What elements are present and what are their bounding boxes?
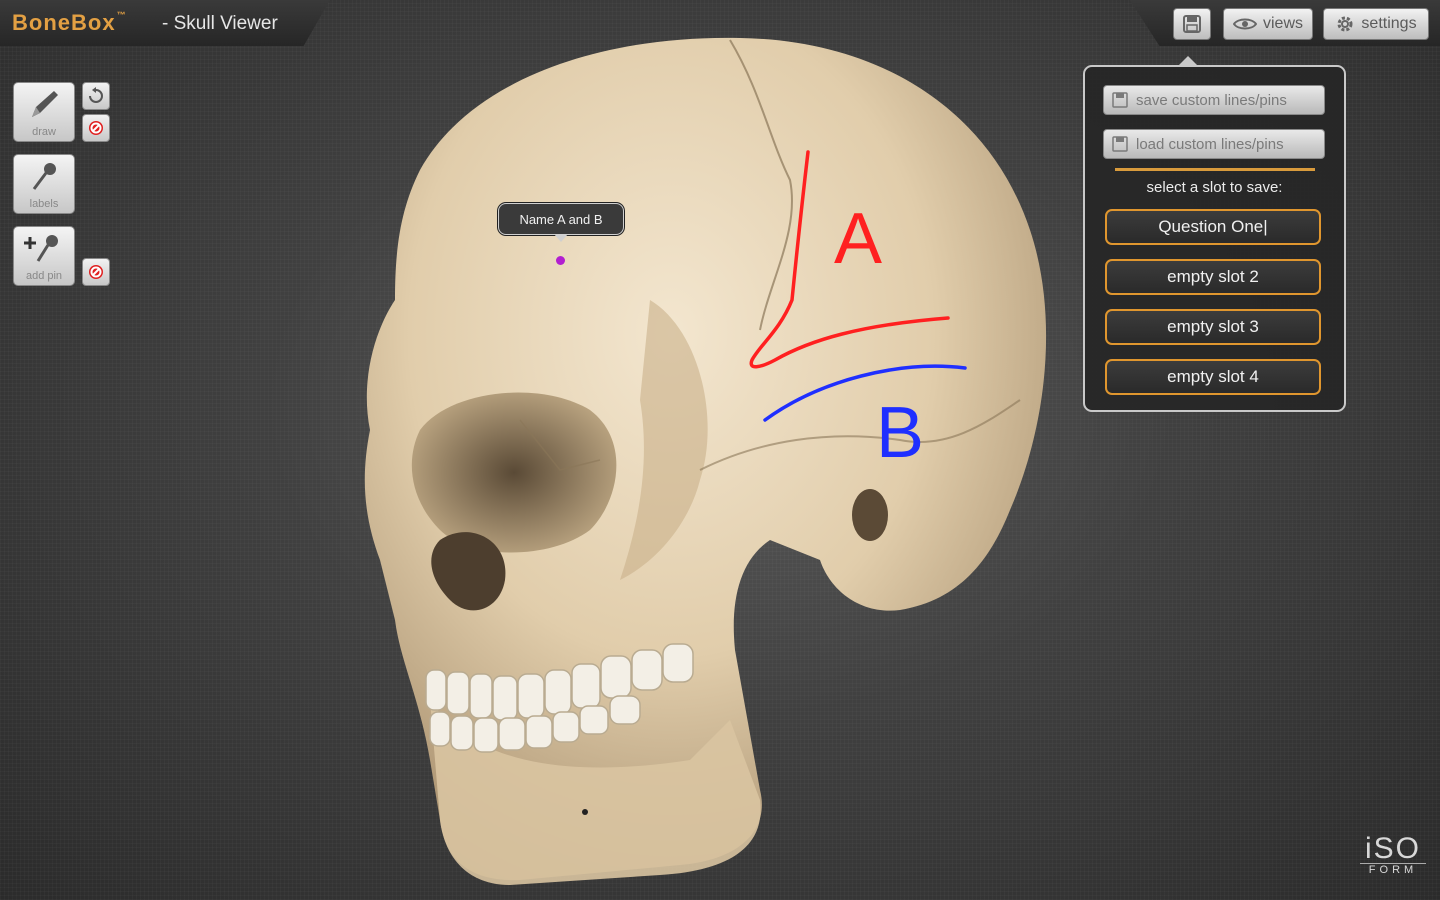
undo-icon [89,87,103,103]
save-slots-button[interactable] [1173,8,1211,40]
pin-tooltip[interactable]: Name A and B [498,203,624,242]
no-symbol-icon [89,265,103,279]
floppy-icon [1112,92,1128,108]
settings-button[interactable]: settings [1323,8,1429,40]
draw-tool-button[interactable]: draw [13,82,75,142]
isoform-logo: iSO FORM [1360,832,1426,876]
title-bar: BoneBox™ - Skull Viewer [0,0,330,46]
draw-label: draw [32,126,56,138]
ear-canal-shape [852,489,888,541]
trademark-mark: ™ [116,10,127,20]
slot-4-button[interactable]: empty slot 4 [1105,359,1321,395]
annotation-a: A [834,199,883,279]
labels-tool-button[interactable]: labels [13,154,75,214]
save-custom-label: save custom lines/pins [1136,91,1287,109]
pin-tooltip-text: Name A and B [519,211,603,227]
app-subtitle: - Skull Viewer [162,13,278,34]
brand-name: BoneBox [12,10,116,35]
views-label: views [1262,15,1303,32]
settings-label: settings [1361,15,1417,32]
logo-top: iSO [1364,832,1421,865]
save-load-popover: save custom lines/pins load custom lines… [1083,56,1346,412]
popover-divider [1115,168,1315,171]
eye-icon [1232,18,1257,30]
add-pin-icon [24,235,58,262]
slot-1-input[interactable]: Question One| [1105,209,1321,245]
slot-3-button[interactable]: empty slot 3 [1105,309,1321,345]
undo-button[interactable] [82,82,110,110]
app-brand: BoneBox™ [12,10,127,36]
label-pin[interactable] [556,256,565,265]
slot-caption: select a slot to save: [1146,179,1283,196]
pin-icon [32,163,56,190]
add-pin-tool-button[interactable]: add pin [13,226,75,286]
save-custom-button[interactable]: save custom lines/pins [1103,85,1325,115]
save-slot-icon [1183,15,1201,33]
gear-icon [1337,16,1353,32]
clear-pins-button[interactable] [82,258,110,286]
load-custom-button[interactable]: load custom lines/pins [1103,129,1325,159]
views-button[interactable]: views [1223,8,1313,40]
add-pin-label: add pin [25,270,63,282]
orbit-shape [411,392,617,553]
labels-label: labels [29,198,59,210]
logo-bottom: FORM [1360,863,1426,876]
slot-2-button[interactable]: empty slot 2 [1105,259,1321,295]
floppy-icon [1112,136,1128,152]
clear-drawings-button[interactable] [82,114,110,142]
pencil-icon [32,91,58,117]
annotation-b: B [876,393,925,473]
no-symbol-icon [89,121,103,135]
load-custom-label: load custom lines/pins [1136,135,1284,153]
